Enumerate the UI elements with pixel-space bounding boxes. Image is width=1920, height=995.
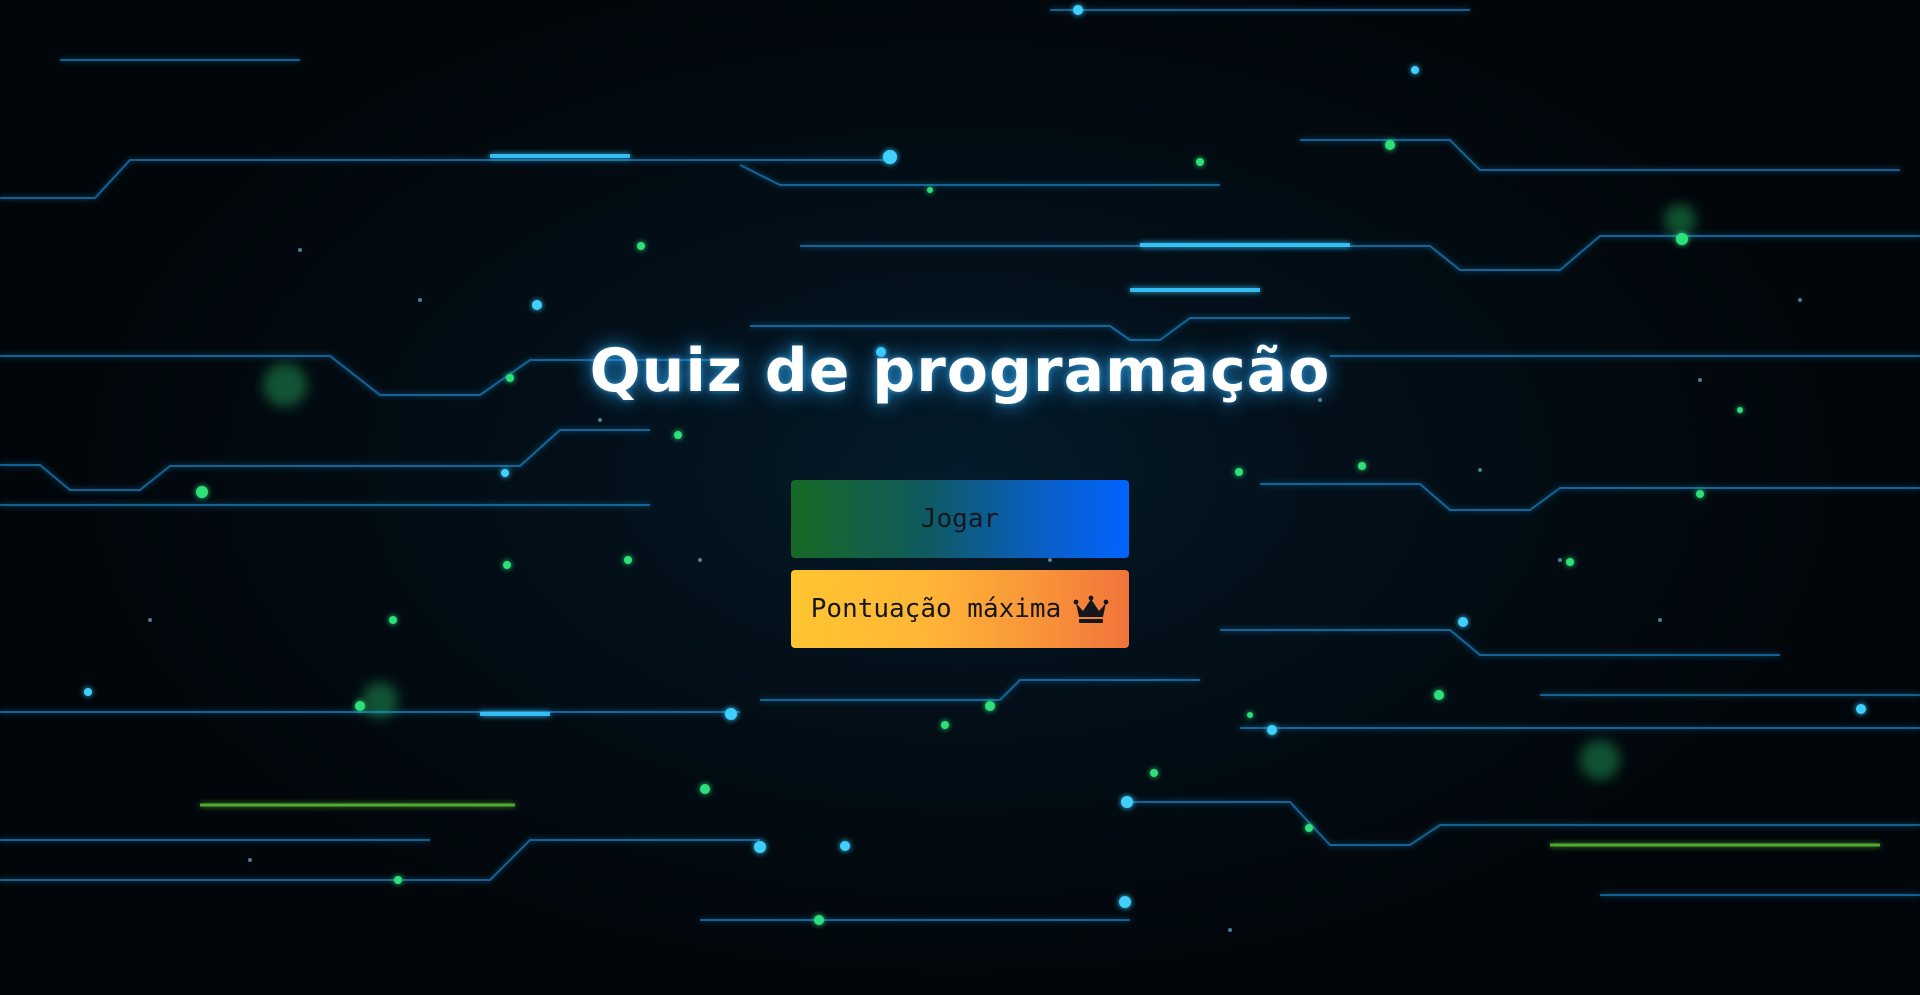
quiz-home-screen: Quiz de programação Jogar Pontuação máxi… [0, 0, 1920, 995]
high-score-button[interactable]: Pontuação máxima [791, 570, 1129, 648]
high-score-button-label: Pontuação máxima [810, 594, 1062, 624]
crown-icon [1073, 594, 1109, 624]
play-button-label: Jogar [920, 504, 1000, 534]
play-button[interactable]: Jogar [791, 480, 1129, 558]
page-title: Quiz de programação [589, 336, 1331, 406]
